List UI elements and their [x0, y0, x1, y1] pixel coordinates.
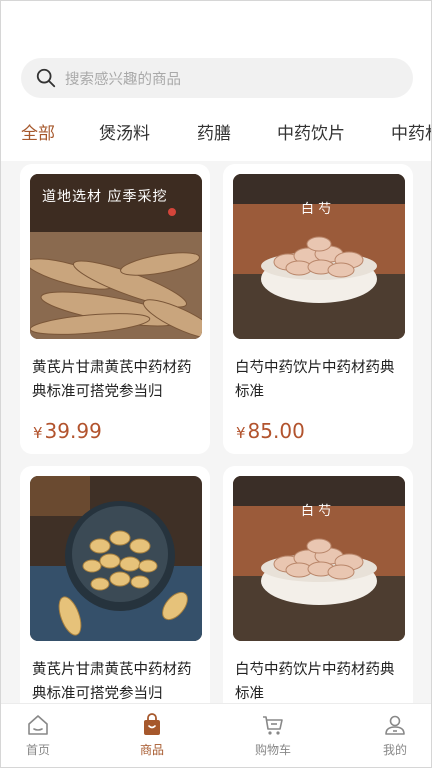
product-title[interactable]: 黄芪片甘肃黄芪中药材药典标准可搭党参当归: [32, 356, 202, 404]
image-caption: 白 芍: [301, 504, 332, 519]
tab-all[interactable]: 全部: [21, 119, 55, 144]
product-image-white-peony: 白 芍: [233, 174, 405, 339]
image-caption: 白 芍: [301, 202, 332, 217]
tabbar-label: 购物车: [254, 743, 291, 757]
tabbar-cart[interactable]: 购物车: [243, 713, 303, 758]
product-card[interactable]: 白 芍 白芍中药饮片中药材药典标准 ¥85.00: [223, 164, 413, 454]
product-price: ¥85.00: [236, 419, 305, 443]
product-card[interactable]: 道地选材 应季采挖 黄芪片甘肃黄芪中药材药典标准可搭党参当归 ¥39.99: [20, 164, 210, 454]
search-bar[interactable]: 搜索感兴趣的商品: [21, 58, 413, 98]
product-title[interactable]: 黄芪片甘肃黄芪中药材药典标准可搭党参当归: [32, 658, 202, 706]
price-value: 85.00: [247, 419, 305, 443]
home-icon: [28, 715, 48, 735]
product-title[interactable]: 白芍中药饮片中药材药典标准: [235, 658, 405, 706]
product-price: ¥39.99: [33, 419, 102, 443]
tabbar-home[interactable]: 首页: [8, 713, 68, 758]
currency-symbol: ¥: [236, 424, 246, 442]
tabbar-label: 我的: [382, 743, 407, 757]
category-tabs: 全部 煲汤料 药膳 中药饮片 中药材: [1, 113, 431, 147]
currency-symbol: ¥: [33, 424, 43, 442]
search-input[interactable]: 搜索感兴趣的商品: [65, 68, 181, 89]
product-image-astragalus: 道地选材 应季采挖: [30, 174, 202, 339]
product-title[interactable]: 白芍中药饮片中药材药典标准: [235, 356, 405, 404]
price-value: 39.99: [44, 419, 102, 443]
tabbar-label: 商品: [139, 743, 164, 757]
cart-icon: [263, 716, 283, 735]
image-caption: 道地选材 应季采挖: [42, 189, 168, 205]
search-icon: [36, 68, 56, 88]
header: 搜索感兴趣的商品 全部 煲汤料 药膳 中药饮片 中药材: [1, 1, 431, 161]
tabbar-me[interactable]: 我的: [365, 713, 425, 758]
tabbar-products[interactable]: 商品: [122, 713, 182, 758]
user-icon: [385, 715, 405, 735]
tabbar-label: 首页: [25, 743, 50, 757]
tab-herbal-materials[interactable]: 中药材: [391, 119, 431, 144]
bag-icon: [144, 713, 160, 735]
bottom-tab-bar: 首页 商品 购物车 我的: [1, 703, 431, 767]
tab-medicinal-diet[interactable]: 药膳: [197, 119, 231, 144]
product-image-astragalus: [30, 476, 202, 641]
app-screen: 搜索感兴趣的商品 全部 煲汤料 药膳 中药饮片 中药材: [0, 0, 432, 768]
tab-herbal-slices[interactable]: 中药饮片: [277, 119, 345, 144]
tab-soup-ingredients[interactable]: 煲汤料: [99, 119, 150, 144]
product-image-white-peony: 白 芍: [233, 476, 405, 641]
